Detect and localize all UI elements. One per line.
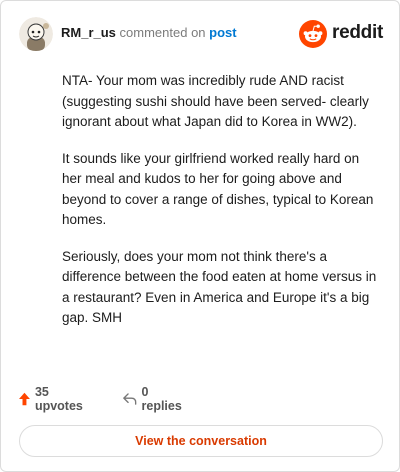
commented-on-text: commented on [119,25,206,40]
comment-paragraph-1: NTA- Your mom was incredibly rude AND ra… [62,73,369,129]
upvote-arrow-icon [19,392,30,406]
post-link[interactable]: post [209,25,236,40]
view-conversation-button[interactable]: View the conversation [19,425,383,457]
upvote-count: 35 upvotes [34,385,83,413]
comment-meta: RM_r_us commented on post [61,25,237,40]
reply-arrow-icon [123,393,137,405]
snoo-avatar-icon [19,17,53,51]
comment-paragraph-3: Seriously, does your mom not think there… [62,248,377,326]
reply-count: 0 replies [141,385,182,413]
reply-button[interactable]: 0 replies [123,385,184,413]
reddit-wordmark: reddit [332,22,383,43]
comment-header: RM_r_us commented on post reddit [19,17,383,53]
user-avatar[interactable] [19,17,53,51]
reddit-logo-icon [299,20,327,48]
comment-paragraph-2: It sounds like your girlfriend worked re… [62,150,374,228]
comment-body: NTA- Your mom was incredibly rude AND ra… [62,71,382,345]
upvote-button[interactable]: 35 upvotes [19,385,86,413]
embedded-comment-card: RM_r_us commented on post reddit NTA- Yo… [0,0,400,472]
username-link[interactable]: RM_r_us [61,25,116,40]
